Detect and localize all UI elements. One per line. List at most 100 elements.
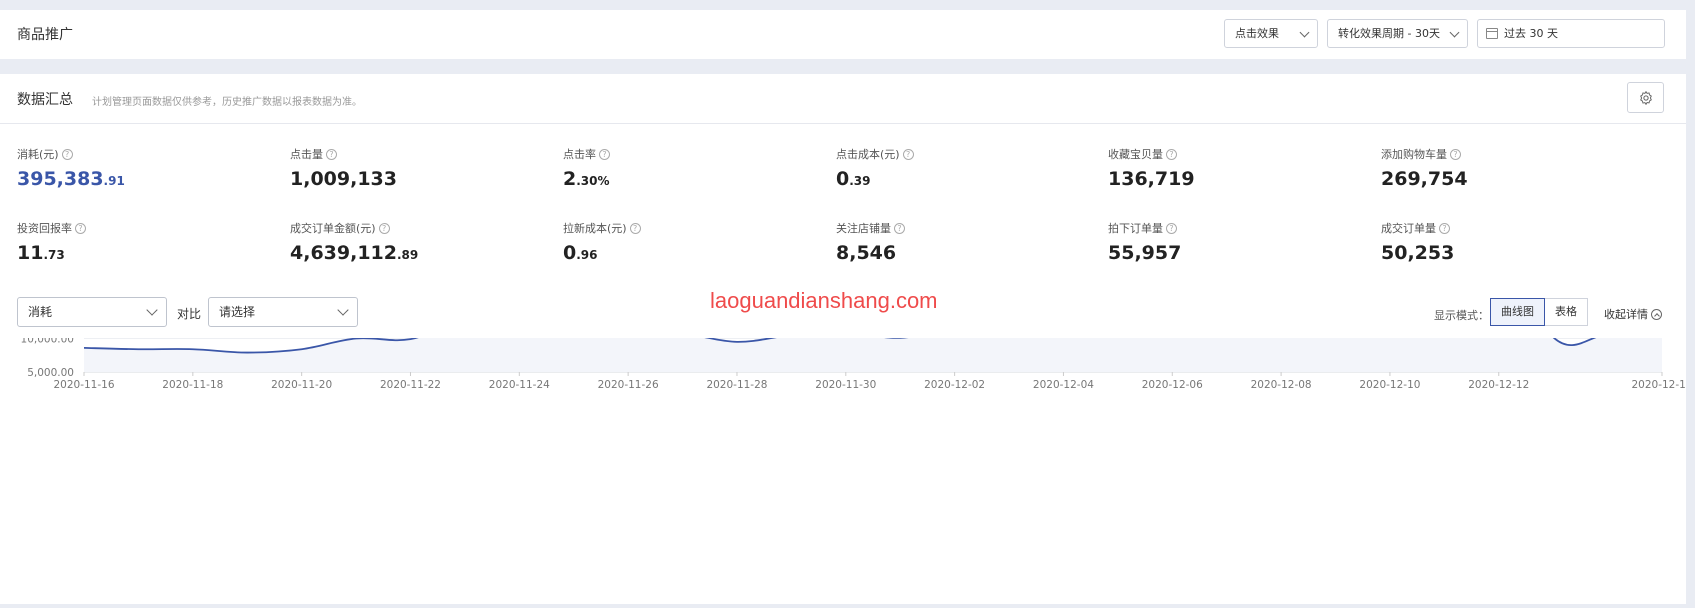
metric-value: 0.39 [836, 168, 1076, 190]
click-effect-value: 点击效果 [1235, 27, 1279, 40]
metric-label: 成交订单量? [1381, 221, 1621, 235]
chevron-down-icon [146, 304, 158, 316]
metric-card: 点击率? 2.30% [563, 147, 803, 190]
conversion-period-dropdown[interactable]: 转化效果周期 - 30天 [1327, 19, 1468, 48]
chevron-down-icon [1449, 27, 1460, 38]
mode-line-chart-button[interactable]: 曲线图 [1490, 298, 1545, 326]
metric-value-int: 0 [563, 242, 577, 264]
chevron-up-circle-icon [1651, 308, 1662, 320]
metric-label: 拉新成本(元)? [563, 221, 803, 235]
metric-label-text: 点击量 [290, 148, 323, 161]
y-tick-label: 10,000.00 [21, 338, 74, 346]
metric-card: 添加购物车量? 269,754 [1381, 147, 1621, 190]
series-area [84, 338, 1662, 372]
metric-value-int: 395,383 [17, 168, 104, 190]
help-icon[interactable]: ? [599, 148, 610, 160]
spend-trend-chart: 5,000.0010,000.0015,000.0020,000.0025,00… [21, 338, 1686, 391]
metric-value: 55,957 [1108, 242, 1348, 264]
x-tick-label: 2020-11-18 [162, 379, 223, 391]
metric-card: 成交订单量? 50,253 [1381, 221, 1621, 264]
metric-card: 消耗(元)? 395,383.91 [17, 147, 257, 190]
metric-select-value: 消耗 [28, 305, 53, 319]
metric-value-int: 1,009,133 [290, 168, 397, 190]
metric-label: 点击成本(元)? [836, 147, 1076, 161]
metric-value-int: 8,546 [836, 242, 897, 264]
mode-table-button[interactable]: 表格 [1545, 298, 1588, 326]
metric-label: 成交订单金额(元)? [290, 221, 530, 235]
metric-value: 11.73 [17, 242, 257, 264]
metric-label-text: 添加购物车量 [1381, 148, 1447, 161]
collapse-details-button[interactable]: 收起详情 [1604, 306, 1662, 322]
metric-value: 8,546 [836, 242, 1076, 264]
metric-label: 消耗(元)? [17, 147, 257, 161]
x-tick-label: 2020-11-16 [53, 379, 114, 391]
metric-card: 收藏宝贝量? 136,719 [1108, 147, 1348, 190]
chevron-down-icon [1299, 27, 1310, 38]
date-range-picker[interactable]: 过去 30 天 [1477, 19, 1665, 48]
click-effect-dropdown[interactable]: 点击效果 [1224, 19, 1318, 48]
metric-value: 136,719 [1108, 168, 1348, 190]
display-mode-toggle: 曲线图 表格 [1490, 298, 1588, 326]
help-icon[interactable]: ? [378, 222, 390, 234]
metric-label-text: 点击率 [563, 148, 596, 161]
help-icon[interactable]: ? [61, 148, 73, 160]
calendar-icon [1486, 28, 1498, 39]
metric-label: 添加购物车量? [1381, 147, 1621, 161]
metric-label-text: 投资回报率 [17, 222, 72, 235]
metric-value-dec: .30% [576, 174, 610, 188]
metric-label: 收藏宝贝量? [1108, 147, 1348, 161]
metric-label-text: 成交订单量 [1381, 222, 1436, 235]
help-icon[interactable]: ? [326, 148, 337, 160]
x-tick-label: 2020-12-15 [1631, 379, 1686, 391]
x-tick-label: 2020-11-22 [380, 379, 441, 391]
help-icon[interactable]: ? [894, 222, 905, 234]
watermark-text: laoguandianshang.com [710, 288, 938, 313]
metric-value-dec: .89 [396, 248, 419, 262]
metric-label: 拍下订单量? [1108, 221, 1348, 235]
metric-select[interactable]: 消耗 [17, 297, 167, 327]
help-icon[interactable]: ? [629, 222, 641, 234]
header-bar: 商品推广 点击效果 转化效果周期 - 30天 过去 30 天 [0, 10, 1686, 59]
x-tick-label: 2020-12-04 [1033, 379, 1094, 391]
compare-select[interactable]: 请选择 [208, 297, 358, 327]
help-icon[interactable]: ? [902, 148, 914, 160]
help-icon[interactable]: ? [1166, 222, 1177, 234]
display-mode-label: 显示模式： [1434, 309, 1489, 322]
metric-label-text: 拉新成本(元) [563, 222, 627, 235]
metric-label: 点击量? [290, 147, 530, 161]
gear-icon [1639, 90, 1652, 105]
metric-label: 点击率? [563, 147, 803, 161]
metric-value-int: 0 [836, 168, 850, 190]
summary-card: 数据汇总 计划管理页面数据仅供参考，历史推广数据以报表数据为准。 消耗(元)? 3… [0, 74, 1686, 604]
x-tick-label: 2020-12-06 [1142, 379, 1203, 391]
metric-card: 成交订单金额(元)? 4,639,112.89 [290, 221, 530, 264]
x-tick-label: 2020-11-26 [598, 379, 659, 391]
help-icon[interactable]: ? [75, 222, 86, 234]
metric-value-dec: .91 [103, 174, 125, 188]
help-icon[interactable]: ? [1450, 148, 1461, 160]
metric-label-text: 拍下订单量 [1108, 222, 1163, 235]
metric-label-text: 消耗(元) [17, 148, 59, 161]
page-title: 商品推广 [17, 27, 73, 43]
help-icon[interactable]: ? [1439, 222, 1450, 234]
date-range-value: 过去 30 天 [1504, 27, 1558, 40]
metric-card: 投资回报率? 11.73 [17, 221, 257, 264]
help-icon[interactable]: ? [1166, 148, 1177, 160]
metric-value-int: 269,754 [1381, 168, 1468, 190]
metric-value-int: 50,253 [1381, 242, 1455, 264]
conversion-period-value: 转化效果周期 - 30天 [1338, 27, 1440, 40]
metric-card: 点击量? 1,009,133 [290, 147, 530, 190]
metric-value-int: 2 [563, 168, 577, 190]
metric-card: 拉新成本(元)? 0.96 [563, 221, 803, 264]
x-tick-label: 2020-11-24 [489, 379, 550, 391]
x-tick-label: 2020-12-12 [1468, 379, 1529, 391]
x-tick-label: 2020-11-20 [271, 379, 332, 391]
x-tick-label: 2020-11-30 [815, 379, 876, 391]
y-tick-label: 5,000.00 [27, 367, 74, 379]
summary-header: 数据汇总 计划管理页面数据仅供参考，历史推广数据以报表数据为准。 [0, 74, 1686, 124]
settings-button[interactable] [1627, 82, 1664, 113]
metric-label: 投资回报率? [17, 221, 257, 235]
x-tick-label: 2020-12-02 [924, 379, 985, 391]
metric-value: 0.96 [563, 242, 803, 264]
metric-label-text: 点击成本(元) [836, 148, 900, 161]
